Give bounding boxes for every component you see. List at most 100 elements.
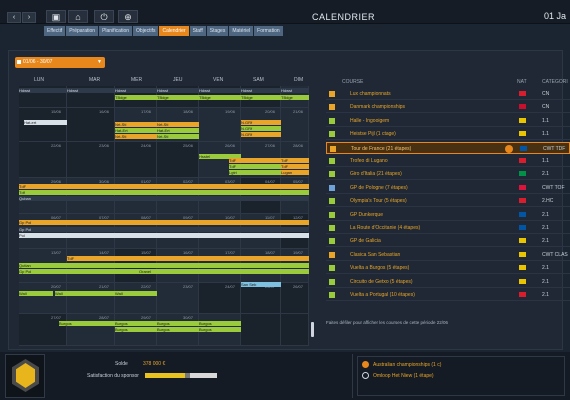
race-event-bar[interactable]: Wall xyxy=(19,291,53,296)
power-icon[interactable]: ⏻ xyxy=(94,10,114,23)
race-event-bar[interactable]: TBdge xyxy=(199,95,241,100)
race-event-bar[interactable]: N.GRf xyxy=(241,126,281,131)
race-event-bar[interactable]: Burgos xyxy=(115,327,157,332)
race-event-bar[interactable]: Nrt-Sti xyxy=(115,134,157,139)
calendar-day-cell[interactable]: 21/07 xyxy=(67,283,115,314)
race-row[interactable]: Tour de France (21 étapes) CWT TDF xyxy=(326,141,570,154)
tab-objectifs[interactable]: Objectifs xyxy=(133,26,159,36)
race-event-bar[interactable]: TdF xyxy=(281,164,309,169)
race-event-bar[interactable]: TdF xyxy=(19,184,309,189)
date-range-select[interactable]: 01/06 - 30/07 ▼ xyxy=(15,57,105,68)
calendar-day-cell[interactable]: 23/07 xyxy=(157,283,199,314)
calendar-day-cell[interactable]: 20/07 xyxy=(19,283,67,314)
race-event-bar[interactable]: Pol xyxy=(19,233,309,238)
race-row[interactable]: Vuelta a Burgos (5 étapes) 2.1 xyxy=(326,262,570,275)
race-event-bar[interactable]: Hat-Ert xyxy=(157,128,199,133)
race-event-bar[interactable]: Hdwst xyxy=(157,88,199,93)
tab-materiel[interactable]: Matériel xyxy=(229,26,254,36)
race-event-bar[interactable]: Hat-Ert xyxy=(115,128,157,133)
calendar-day-cell[interactable]: 22/06 xyxy=(19,142,67,178)
race-row[interactable]: GP de Galicia 2.1 xyxy=(326,235,570,248)
calendar-day-cell[interactable]: 22/07 xyxy=(115,283,157,314)
race-event-bar[interactable]: Burgos xyxy=(157,321,199,326)
upcoming-race-1[interactable]: Australian championships (1 c) xyxy=(373,362,441,368)
briefcase-icon[interactable]: ▣ xyxy=(46,10,66,23)
race-event-bar[interactable]: Tdf xyxy=(19,190,309,195)
race-row[interactable]: Vuelta a Portugal (10 étapes) 2.1 xyxy=(326,289,570,301)
race-event-bar[interactable]: Oranel xyxy=(139,269,309,274)
building-icon[interactable]: ⌂ xyxy=(68,10,88,23)
chevron-left-icon[interactable]: ‹ xyxy=(7,12,21,23)
upcoming-race-2[interactable]: Omloop Het Niew (1 étape) xyxy=(373,373,434,379)
race-event-bar[interactable]: Gp Pol xyxy=(19,269,139,274)
race-row[interactable]: GP Dunkerque 2.1 xyxy=(326,209,570,221)
race-event-bar[interactable]: TdF xyxy=(229,158,281,163)
race-row[interactable]: Clasica San Sebastian CWT CLAS xyxy=(326,249,570,261)
race-event-bar[interactable]: Quban xyxy=(19,196,309,201)
race-row[interactable]: Trofeo di Lugano 1.1 xyxy=(326,155,570,167)
calendar-day-cell[interactable]: 15/06 xyxy=(19,108,67,142)
race-event-bar[interactable]: Nrt-Sti xyxy=(115,122,157,127)
race-event-bar[interactable]: Hdwst xyxy=(115,88,157,93)
calendar-day-cell[interactable]: 27/07 xyxy=(19,314,67,346)
race-event-bar[interactable]: Gp Pol xyxy=(19,227,309,232)
calendar-day-cell[interactable]: 24/06 xyxy=(115,142,157,178)
race-event-bar[interactable]: N.GRf xyxy=(241,132,281,137)
globe-icon[interactable]: ⊕ xyxy=(118,10,138,23)
race-event-bar[interactable]: TBdge xyxy=(157,95,199,100)
tab-planification[interactable]: Planification xyxy=(99,26,133,36)
race-event-bar[interactable]: Hdwst xyxy=(241,88,281,93)
tab-calendrier[interactable]: Calendrier xyxy=(159,26,189,36)
calendar-day-cell[interactable]: 25/07 xyxy=(241,283,281,314)
calendar-day-cell[interactable]: 26/07 xyxy=(281,283,309,314)
calendar-day-cell[interactable] xyxy=(241,314,281,346)
race-event-bar[interactable]: San Seb xyxy=(241,282,281,287)
race-row[interactable]: Giro d'Italia (21 étapes) 2.1 xyxy=(326,168,570,181)
race-event-bar[interactable]: Hdwst xyxy=(199,88,241,93)
race-event-bar[interactable]: Wall xyxy=(55,291,115,296)
chevron-right-icon[interactable]: › xyxy=(22,12,36,23)
race-event-bar[interactable]: Lugan xyxy=(281,170,309,175)
tab-stages[interactable]: Stages xyxy=(206,26,229,36)
calendar-day-cell[interactable]: 28/07 xyxy=(67,314,115,346)
race-row[interactable]: Olympia's Tour (5 étapes) 2.HC xyxy=(326,195,570,208)
race-event-bar[interactable]: TdF xyxy=(229,164,281,169)
calendar-day-cell[interactable]: 16/06 xyxy=(67,108,115,142)
race-event-bar[interactable]: Qutlan xyxy=(19,263,309,268)
calendar-day-cell[interactable]: 25/06 xyxy=(157,142,199,178)
tab-effectif[interactable]: Effectif xyxy=(44,26,66,36)
race-event-bar[interactable]: N.GRf xyxy=(241,120,281,125)
calendar-scrollbar[interactable] xyxy=(311,322,314,337)
calendar-day-cell[interactable]: 24/07 xyxy=(199,283,241,314)
race-event-bar[interactable]: TBdge xyxy=(115,95,157,100)
race-event-bar[interactable]: Hdwst xyxy=(281,88,309,93)
race-row[interactable]: Circuito de Getxo (5 étapes) 2.1 xyxy=(326,276,570,288)
race-event-bar[interactable]: Hdwst xyxy=(67,88,115,93)
race-event-bar[interactable]: Lgtri xyxy=(229,170,281,175)
race-event-bar[interactable]: Wall xyxy=(115,291,157,296)
race-event-bar[interactable]: TBdge xyxy=(281,95,309,100)
race-event-bar[interactable]: Hat-ert xyxy=(24,120,67,125)
race-event-bar[interactable]: Burgos xyxy=(59,321,115,326)
race-row[interactable]: La Route d'Occitanie (4 étapes) 2.1 xyxy=(326,222,570,234)
race-event-bar[interactable]: Nrt-Sti xyxy=(157,122,199,127)
race-event-bar[interactable]: Burgos xyxy=(199,321,241,326)
race-row[interactable]: Heistse Pijl (1 ctage) 1.1 xyxy=(326,128,570,141)
tab-staff[interactable]: Staff xyxy=(189,26,206,36)
race-event-bar[interactable]: Hdwst xyxy=(19,88,67,93)
tab-preparation[interactable]: Préparation xyxy=(66,26,99,36)
race-event-bar[interactable]: Gp Pol xyxy=(19,220,309,225)
race-row[interactable]: GP de Pologne (7 étapes) CWT TOF xyxy=(326,182,570,194)
race-event-bar[interactable]: Burgos xyxy=(157,327,199,332)
race-event-bar[interactable]: TdF xyxy=(281,158,309,163)
race-row[interactable]: Halle - Ingooigem 1.1 xyxy=(326,115,570,127)
race-event-bar[interactable]: TBdge xyxy=(241,95,281,100)
calendar-day-cell[interactable]: 19/06 xyxy=(199,108,241,142)
race-row[interactable]: Danmark championships CN xyxy=(326,101,570,114)
race-row[interactable]: Lux championnats CN xyxy=(326,88,570,100)
race-event-bar[interactable]: Burgos xyxy=(115,321,157,326)
calendar-day-cell[interactable]: 23/06 xyxy=(67,142,115,178)
tab-formation[interactable]: Formation xyxy=(254,26,283,36)
race-event-bar[interactable]: TdF xyxy=(67,256,309,261)
calendar-day-cell[interactable]: 21/06 xyxy=(281,108,309,142)
